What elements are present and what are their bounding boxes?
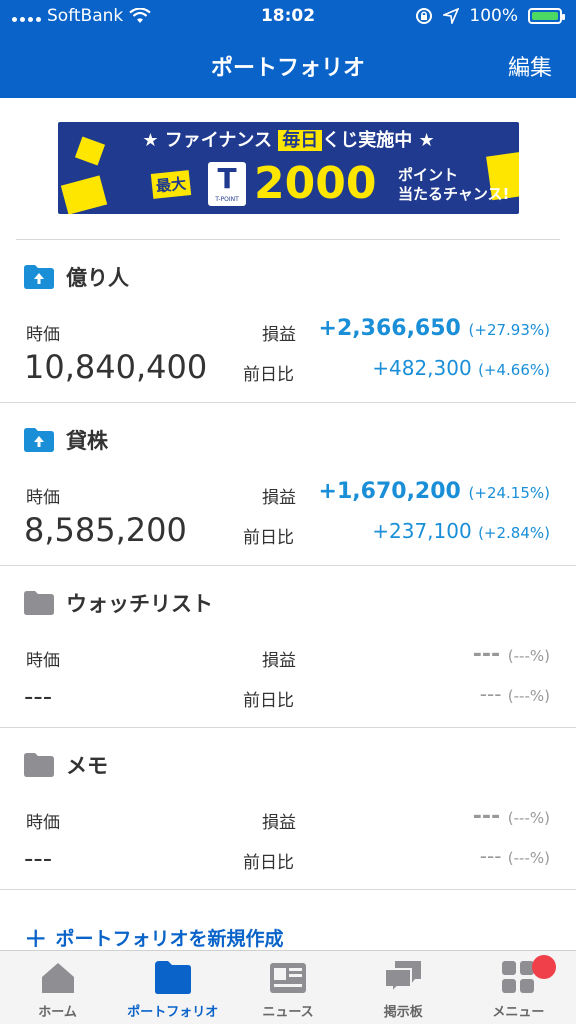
- portfolio-card[interactable]: 億り人 時価 10,840,400 損益 +2,366,650 (+27.93%…: [0, 240, 576, 402]
- profit-loss-label: 損益: [262, 325, 296, 345]
- profit-loss-amount: ---: [472, 804, 501, 829]
- tab-label: ポートフォリオ: [127, 1005, 219, 1020]
- banner-max-label: 最大: [150, 170, 192, 199]
- day-change-label: 前日比: [243, 691, 294, 711]
- day-change-percent: (---%): [507, 687, 550, 705]
- tab-home[interactable]: ホーム: [0, 951, 115, 1024]
- folder-up-icon: [24, 265, 54, 289]
- news-icon: [270, 963, 306, 993]
- location-icon: [443, 8, 460, 24]
- tab-label: メニュー: [492, 1005, 545, 1020]
- day-change-label: 前日比: [243, 528, 294, 548]
- profit-loss-percent: (---%): [507, 647, 550, 665]
- banner-headline: ★ ファイナンス 毎日 くじ実施中 ★: [58, 126, 519, 152]
- market-value-label: 時価: [26, 813, 60, 833]
- profit-loss-percent: (+24.15%): [468, 484, 550, 502]
- folder-icon: [24, 753, 54, 777]
- market-value: ---: [24, 844, 53, 874]
- banner-highlight: 毎日: [278, 130, 323, 151]
- profit-loss-label: 損益: [262, 488, 296, 508]
- tab-label: ニュース: [262, 1005, 314, 1020]
- folder-icon: [154, 961, 191, 994]
- banner-sub-line: 当たるチャンス!: [398, 185, 510, 203]
- market-value: 8,585,200: [24, 511, 187, 549]
- market-value-label: 時価: [26, 488, 60, 508]
- profit-loss-label: 損益: [262, 651, 296, 671]
- profit-loss-label: 損益: [262, 813, 296, 833]
- profit-loss-percent: (+27.93%): [468, 321, 550, 339]
- portfolio-name: メモ: [66, 754, 108, 778]
- day-change-label: 前日比: [243, 365, 294, 385]
- edit-button[interactable]: 編集: [508, 50, 552, 82]
- status-bar: SoftBank 18:02 100%: [0, 0, 576, 34]
- day-change-percent: (---%): [507, 849, 550, 867]
- day-change-value: +482,300 (+4.66%): [372, 356, 550, 380]
- tpoint-logo-letter: T: [217, 162, 237, 195]
- portfolio-header: ウォッチリスト: [24, 588, 213, 618]
- banner-subtext: ポイント 当たるチャンス!: [398, 166, 509, 204]
- day-change-percent: (+4.66%): [478, 361, 550, 379]
- tpoint-logo-text: T-POINT: [215, 196, 239, 203]
- day-change-value: +237,100 (+2.84%): [372, 519, 550, 543]
- market-value-label: 時価: [26, 325, 60, 345]
- portfolio-card[interactable]: ウォッチリスト 時価 --- 損益 --- (---%) 前日比 --- (--…: [0, 566, 576, 728]
- banner-deco: [60, 175, 108, 214]
- banner-text: ★ ファイナンス: [142, 130, 279, 151]
- nav-bar: ポートフォリオ 編集: [0, 34, 576, 98]
- plus-icon: +: [24, 920, 48, 954]
- create-portfolio-link[interactable]: + ポートフォリオを新規作成: [24, 920, 284, 954]
- portfolio-name: ウォッチリスト: [66, 592, 213, 616]
- promo-banner[interactable]: ★ ファイナンス 毎日 くじ実施中 ★ 最大 T T-POINT 2000 ポイン…: [58, 122, 519, 214]
- notification-badge: [532, 955, 557, 979]
- market-value: ---: [24, 682, 53, 712]
- portfolio-header: 億り人: [24, 262, 129, 292]
- create-portfolio-label: ポートフォリオを新規作成: [55, 928, 284, 950]
- tab-portfolio[interactable]: ポートフォリオ: [115, 951, 230, 1024]
- day-change-amount: ---: [479, 844, 502, 868]
- day-change-value: --- (---%): [480, 844, 550, 868]
- tab-menu[interactable]: メニュー: [461, 951, 576, 1024]
- portfolio-card[interactable]: 貸株 時価 8,585,200 損益 +1,670,200 (+24.15%) …: [0, 403, 576, 565]
- folder-icon: [24, 591, 54, 615]
- folder-up-icon: [24, 428, 54, 452]
- profit-loss-amount: +2,366,650: [318, 316, 461, 341]
- day-change-label: 前日比: [243, 853, 294, 873]
- profit-loss-value: --- (---%): [473, 642, 550, 667]
- day-change-value: --- (---%): [480, 682, 550, 706]
- home-icon: [41, 963, 74, 993]
- day-change-amount: +482,300: [372, 356, 472, 380]
- tab-news[interactable]: ニュース: [230, 951, 345, 1024]
- portfolio-header: メモ: [24, 750, 108, 780]
- battery-icon: [528, 8, 565, 24]
- market-value: 10,840,400: [24, 348, 208, 386]
- chat-icon: [384, 961, 422, 995]
- banner-text: くじ実施中 ★: [322, 130, 435, 151]
- profit-loss-percent: (---%): [507, 809, 550, 827]
- banner-amount: 2000: [254, 158, 377, 209]
- profit-loss-value: --- (---%): [473, 804, 550, 829]
- tab-bar: ホーム ポートフォリオ ニュース 掲示板 メニュー: [0, 950, 576, 1024]
- status-right: 100%: [415, 6, 565, 26]
- tab-board[interactable]: 掲示板: [346, 951, 461, 1024]
- divider: [0, 889, 576, 890]
- portfolio-name: 億り人: [66, 266, 129, 290]
- day-change-percent: (+2.84%): [478, 524, 550, 542]
- battery-percent: 100%: [469, 6, 518, 26]
- tab-label: ホーム: [38, 1005, 77, 1020]
- tpoint-logo: T T-POINT: [208, 162, 246, 206]
- orientation-lock-icon: [416, 8, 433, 24]
- portfolio-header: 貸株: [24, 425, 108, 455]
- profit-loss-amount: +1,670,200: [318, 479, 461, 504]
- market-value-label: 時価: [26, 651, 60, 671]
- profit-loss-amount: ---: [472, 642, 501, 667]
- day-change-amount: +237,100: [372, 519, 472, 543]
- tab-label: 掲示板: [383, 1005, 423, 1020]
- portfolio-card[interactable]: メモ 時価 --- 損益 --- (---%) 前日比 --- (---%): [0, 728, 576, 890]
- banner-sub-line: ポイント: [398, 166, 459, 184]
- profit-loss-value: +1,670,200 (+24.15%): [319, 479, 550, 504]
- portfolio-name: 貸株: [66, 429, 108, 453]
- profit-loss-value: +2,366,650 (+27.93%): [319, 316, 550, 341]
- page-title: ポートフォリオ: [210, 56, 365, 81]
- day-change-amount: ---: [479, 682, 502, 706]
